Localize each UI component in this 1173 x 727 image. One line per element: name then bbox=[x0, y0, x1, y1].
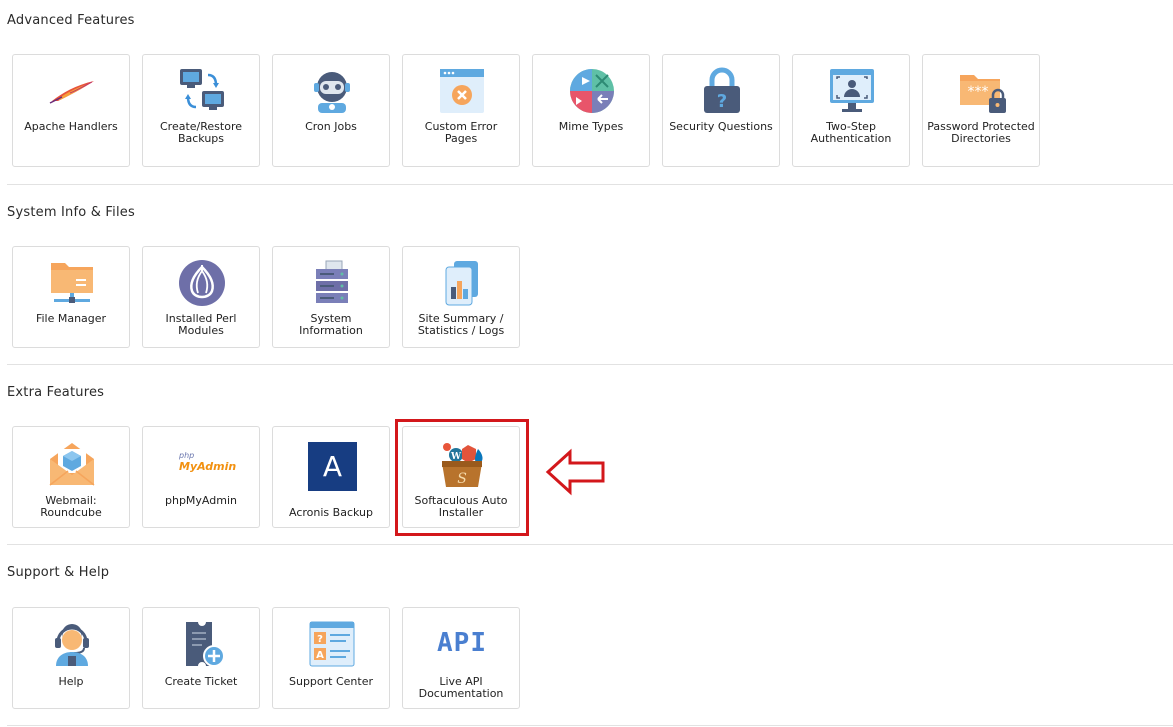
tile-two-step-authentication[interactable]: Two-Step Authentication bbox=[792, 54, 910, 167]
section-title-system-info-files: System Info & Files bbox=[7, 205, 135, 220]
tile-label: Cron Jobs bbox=[305, 120, 357, 133]
left-arrow-icon bbox=[544, 448, 606, 496]
tile-password-protected-directories[interactable]: *** Password Protected Directories bbox=[922, 54, 1040, 167]
acronis-logo-icon: A bbox=[308, 442, 357, 491]
tile-site-summary-statistics-logs[interactable]: Site Summary / Statistics / Logs bbox=[402, 246, 520, 348]
tile-label: Support Center bbox=[288, 675, 373, 688]
tile-label: Help bbox=[58, 675, 84, 688]
tile-label: Custom Error Pages bbox=[424, 120, 498, 145]
tile-label: Create Ticket bbox=[164, 675, 238, 688]
tile-mime-types[interactable]: Mime Types bbox=[532, 54, 650, 167]
headset-agent-icon bbox=[48, 620, 96, 668]
tile-phpmyadmin[interactable]: php MyAdmin phpMyAdmin bbox=[142, 426, 260, 528]
error-page-icon bbox=[438, 67, 486, 115]
section-title-support-help: Support & Help bbox=[7, 565, 110, 580]
api-icon-text: API bbox=[437, 628, 487, 658]
svg-text:?: ? bbox=[717, 91, 727, 112]
acronis-logo-letter: A bbox=[322, 450, 343, 483]
tile-label: System Information bbox=[299, 312, 363, 337]
section-divider bbox=[7, 725, 1173, 726]
tile-cron-jobs[interactable]: Cron Jobs bbox=[272, 54, 390, 167]
svg-text:***: *** bbox=[968, 84, 989, 100]
tile-support-center[interactable]: ? A Support Center bbox=[272, 607, 390, 709]
tile-apache-handlers[interactable]: Apache Handlers bbox=[12, 54, 130, 167]
api-icon: API bbox=[433, 628, 491, 660]
highlight-box bbox=[395, 419, 529, 536]
tile-label: Apache Handlers bbox=[24, 120, 118, 133]
svg-text:?: ? bbox=[317, 634, 323, 645]
tile-label: Two-Step Authentication bbox=[810, 120, 892, 145]
tile-custom-error-pages[interactable]: Custom Error Pages bbox=[402, 54, 520, 167]
media-types-icon bbox=[568, 67, 616, 115]
ticket-plus-icon bbox=[178, 620, 226, 668]
tile-label: Mime Types bbox=[558, 120, 624, 133]
section-title-extra-features: Extra Features bbox=[7, 385, 105, 400]
mail-envelope-icon bbox=[48, 439, 96, 487]
folder-network-icon bbox=[48, 259, 96, 307]
tile-system-information[interactable]: System Information bbox=[272, 246, 390, 348]
tile-label: Installed Perl Modules bbox=[165, 312, 237, 337]
logo-text-myadmin: MyAdmin bbox=[179, 460, 237, 473]
section-divider bbox=[7, 364, 1173, 365]
tile-help[interactable]: Help bbox=[12, 607, 130, 709]
onion-icon bbox=[178, 259, 226, 307]
tile-security-questions[interactable]: ? Security Questions bbox=[662, 54, 780, 167]
tile-live-api-documentation[interactable]: API Live API Documentation bbox=[402, 607, 520, 709]
tile-label: Live API Documentation bbox=[418, 675, 504, 700]
tile-label: Security Questions bbox=[669, 120, 773, 133]
tile-installed-perl-modules[interactable]: Installed Perl Modules bbox=[142, 246, 260, 348]
tile-label: Webmail: Roundcube bbox=[40, 494, 102, 519]
tile-label: Create/Restore Backups bbox=[160, 120, 242, 145]
locked-folder-icon: *** bbox=[958, 67, 1006, 115]
tile-webmail-roundcube[interactable]: Webmail: Roundcube bbox=[12, 426, 130, 528]
statistics-icon bbox=[438, 259, 486, 307]
logo-text-php: php bbox=[179, 451, 195, 460]
backup-computers-icon bbox=[178, 67, 226, 115]
section-divider bbox=[7, 184, 1173, 185]
tile-file-manager[interactable]: File Manager bbox=[12, 246, 130, 348]
tile-acronis-backup[interactable]: A Acronis Backup bbox=[272, 426, 390, 528]
tile-label: phpMyAdmin bbox=[165, 494, 237, 507]
qa-document-icon: ? A bbox=[308, 620, 356, 668]
tile-label: File Manager bbox=[35, 312, 107, 325]
robot-icon bbox=[308, 67, 356, 115]
phpmyadmin-logo-icon: php MyAdmin bbox=[173, 451, 237, 477]
server-icon bbox=[308, 259, 356, 307]
feather-icon bbox=[48, 67, 96, 115]
tile-label: Password Protected Directories bbox=[927, 120, 1035, 145]
svg-text:A: A bbox=[316, 650, 324, 661]
tile-create-restore-backups[interactable]: Create/Restore Backups bbox=[142, 54, 260, 167]
tile-label: Site Summary / Statistics / Logs bbox=[417, 312, 505, 337]
section-title-advanced-features: Advanced Features bbox=[7, 13, 135, 28]
monitor-user-icon bbox=[828, 67, 876, 115]
section-divider bbox=[7, 544, 1173, 545]
lock-question-icon: ? bbox=[698, 67, 746, 115]
tile-create-ticket[interactable]: Create Ticket bbox=[142, 607, 260, 709]
tile-label: Acronis Backup bbox=[289, 506, 373, 519]
